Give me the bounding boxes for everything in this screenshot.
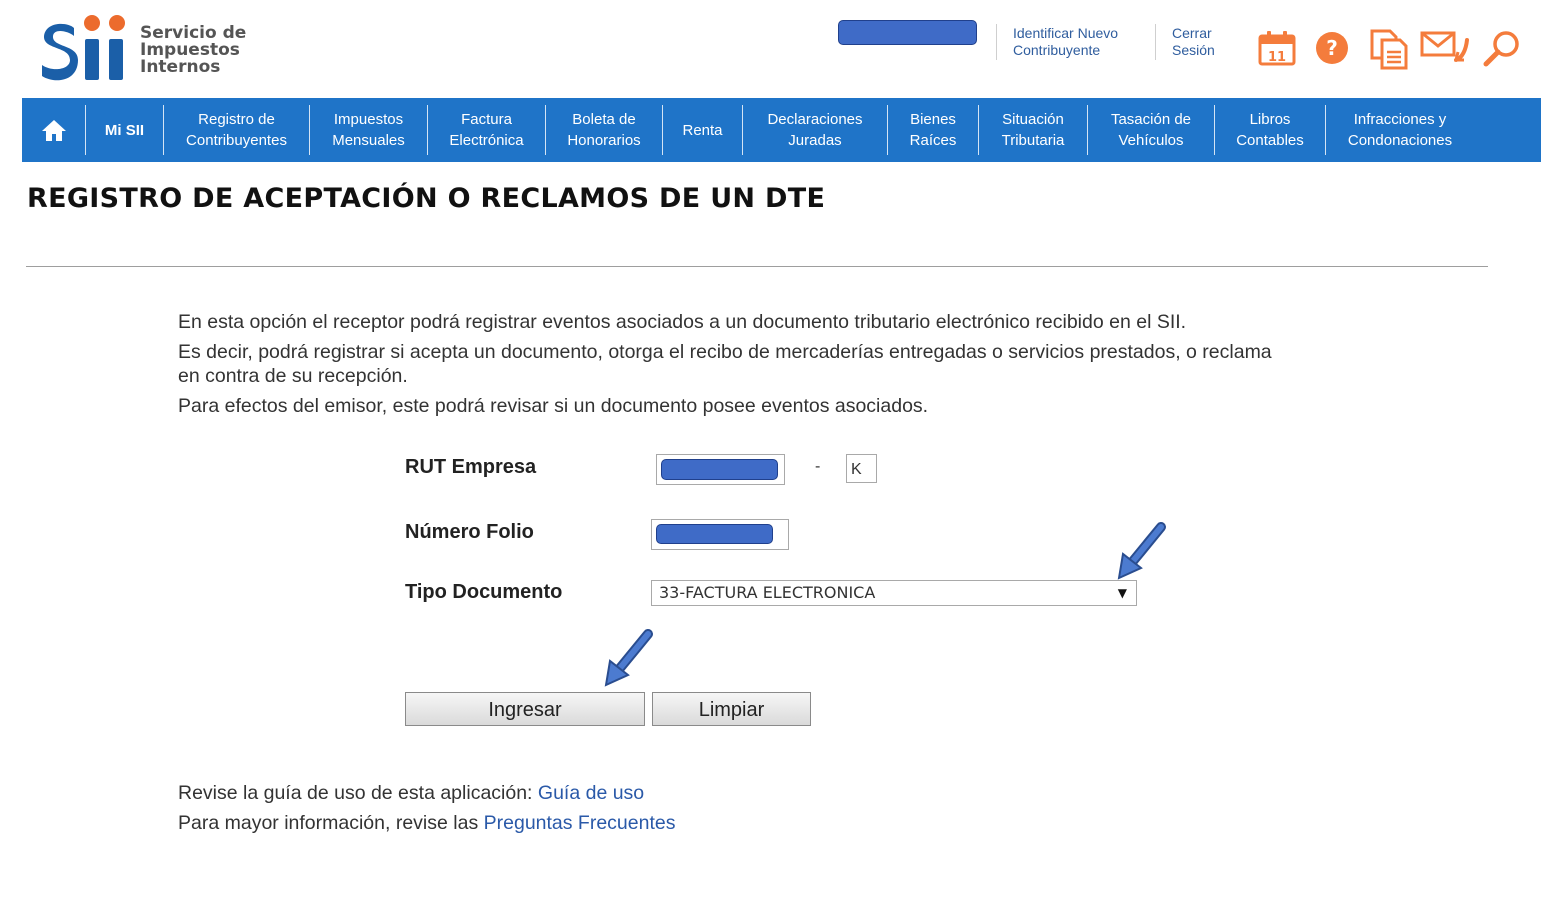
- nav-label: Contribuyentes: [186, 132, 287, 149]
- nav-label: Infracciones y: [1353, 111, 1447, 128]
- nav-label: Boleta de: [572, 111, 636, 128]
- header-divider: [996, 24, 997, 60]
- nav-label: Mi SII: [104, 121, 145, 139]
- user-name-redacted: [838, 20, 977, 45]
- ingresar-button[interactable]: Ingresar: [405, 692, 645, 726]
- annotation-arrow-icon: [604, 629, 653, 687]
- numero-folio-input[interactable]: [651, 519, 789, 550]
- nav-declaraciones-juradas[interactable]: Declaraciones Juradas: [743, 98, 887, 162]
- home-icon: [41, 120, 66, 141]
- nav-libros-contables[interactable]: Libros Contables: [1215, 98, 1325, 162]
- logo-text: Servicio de Impuestos Internos: [140, 25, 270, 76]
- nav-label: Factura: [461, 111, 512, 128]
- guide-line: Revise la guía de uso de esta aplicación…: [178, 782, 644, 805]
- nav-impuestos-mensuales[interactable]: Impuestos Mensuales: [310, 98, 427, 162]
- nav-label: Honorarios: [567, 132, 641, 149]
- faq-line: Para mayor información, revise las Pregu…: [178, 812, 675, 835]
- mail-icon[interactable]: [1420, 30, 1470, 71]
- nav-tasacion-vehiculos[interactable]: Tasación de Vehículos: [1088, 98, 1214, 162]
- link-line-2: Sesión: [1172, 42, 1215, 58]
- nav-label: Situación: [1002, 111, 1064, 128]
- nav-bienes-raices[interactable]: Bienes Raíces: [888, 98, 978, 162]
- nav-label: Raíces: [909, 132, 957, 149]
- intro-paragraph: En esta opción el receptor podrá registr…: [178, 311, 1187, 333]
- intro-text: En esta opción el receptor podrá registr…: [178, 310, 1278, 424]
- guide-text: Revise la guía de uso de esta aplicación…: [178, 782, 538, 804]
- nav-home[interactable]: [22, 98, 85, 162]
- nav-label: Declaraciones: [767, 111, 863, 128]
- nav-label: Impuestos: [333, 111, 404, 128]
- search-icon[interactable]: [1483, 30, 1521, 73]
- tipo-documento-select[interactable]: 33-FACTURA ELECTRONICA ▼: [651, 580, 1137, 606]
- tipo-documento-label: Tipo Documento: [405, 581, 563, 603]
- nav-label: Libros: [1249, 111, 1291, 128]
- svg-text:?: ?: [1326, 36, 1338, 60]
- header-divider: [1155, 24, 1156, 60]
- annotation-arrow-icon: [1117, 522, 1166, 580]
- preguntas-frecuentes-link[interactable]: Preguntas Frecuentes: [484, 812, 676, 834]
- sii-logo[interactable]: Servicio de Impuestos Internos: [40, 12, 260, 84]
- tipo-documento-value: 33-FACTURA ELECTRONICA: [659, 583, 876, 602]
- nav-label: Tributaria: [1001, 132, 1065, 149]
- nav-label: Bienes: [910, 111, 956, 128]
- intro-paragraph: Para efectos del emisor, este podrá revi…: [178, 395, 929, 417]
- link-line-2: Contribuyente: [1013, 42, 1101, 58]
- rut-value-redacted: [661, 459, 778, 480]
- nav-label: Electrónica: [449, 132, 524, 149]
- cerrar-sesion-link[interactable]: Cerrar Sesión: [1172, 25, 1215, 59]
- nav-factura-electronica[interactable]: Factura Electrónica: [428, 98, 545, 162]
- nav-situacion-tributaria[interactable]: Situación Tributaria: [979, 98, 1087, 162]
- nav-label: Contables: [1236, 132, 1304, 149]
- sii-logo-mark: [42, 15, 125, 81]
- rut-empresa-input[interactable]: [656, 454, 785, 485]
- identificar-contribuyente-link[interactable]: Identificar Nuevo Contribuyente: [1013, 25, 1118, 59]
- guia-de-uso-link[interactable]: Guía de uso: [538, 782, 644, 804]
- nav-label: Juradas: [788, 132, 842, 149]
- rut-dv-input[interactable]: K: [846, 454, 877, 483]
- title-divider: [26, 266, 1488, 267]
- main-navbar: Mi SII Registro de Contribuyentes Impuest…: [22, 98, 1541, 162]
- numero-folio-label: Número Folio: [405, 521, 534, 543]
- logo-line-3: Internos: [140, 57, 221, 77]
- nav-mi-sii[interactable]: Mi SII: [86, 98, 163, 162]
- nav-infracciones-condonaciones[interactable]: Infracciones y Condonaciones: [1326, 98, 1474, 162]
- help-icon[interactable]: ?: [1315, 31, 1349, 70]
- nav-label: Renta: [682, 121, 723, 139]
- link-line-1: Identificar Nuevo: [1013, 25, 1119, 41]
- intro-paragraph: Es decir, podrá registrar si acepta un d…: [178, 341, 1272, 387]
- rut-empresa-label: RUT Empresa: [405, 456, 537, 478]
- rut-separator: -: [815, 458, 821, 475]
- link-line-1: Cerrar: [1172, 25, 1212, 41]
- documents-icon[interactable]: [1368, 28, 1410, 75]
- nav-registro-contribuyentes[interactable]: Registro de Contribuyentes: [164, 98, 309, 162]
- nav-label: Registro de: [198, 111, 275, 128]
- folio-value-redacted: [656, 524, 773, 544]
- nav-label: Mensuales: [332, 132, 405, 149]
- nav-renta[interactable]: Renta: [663, 98, 742, 162]
- calendar-day-label: 11: [1268, 50, 1286, 65]
- faq-text: Para mayor información, revise las: [178, 812, 484, 834]
- nav-label: Tasación de: [1110, 111, 1192, 128]
- chevron-down-icon: ▼: [1117, 586, 1127, 600]
- calendar-icon[interactable]: 11: [1258, 30, 1296, 71]
- limpiar-button[interactable]: Limpiar: [652, 692, 811, 726]
- page-title: REGISTRO DE ACEPTACIÓN O RECLAMOS DE UN …: [27, 183, 826, 214]
- nav-label: Vehículos: [1118, 132, 1184, 149]
- nav-boleta-honorarios[interactable]: Boleta de Honorarios: [546, 98, 662, 162]
- nav-label: Condonaciones: [1347, 132, 1453, 149]
